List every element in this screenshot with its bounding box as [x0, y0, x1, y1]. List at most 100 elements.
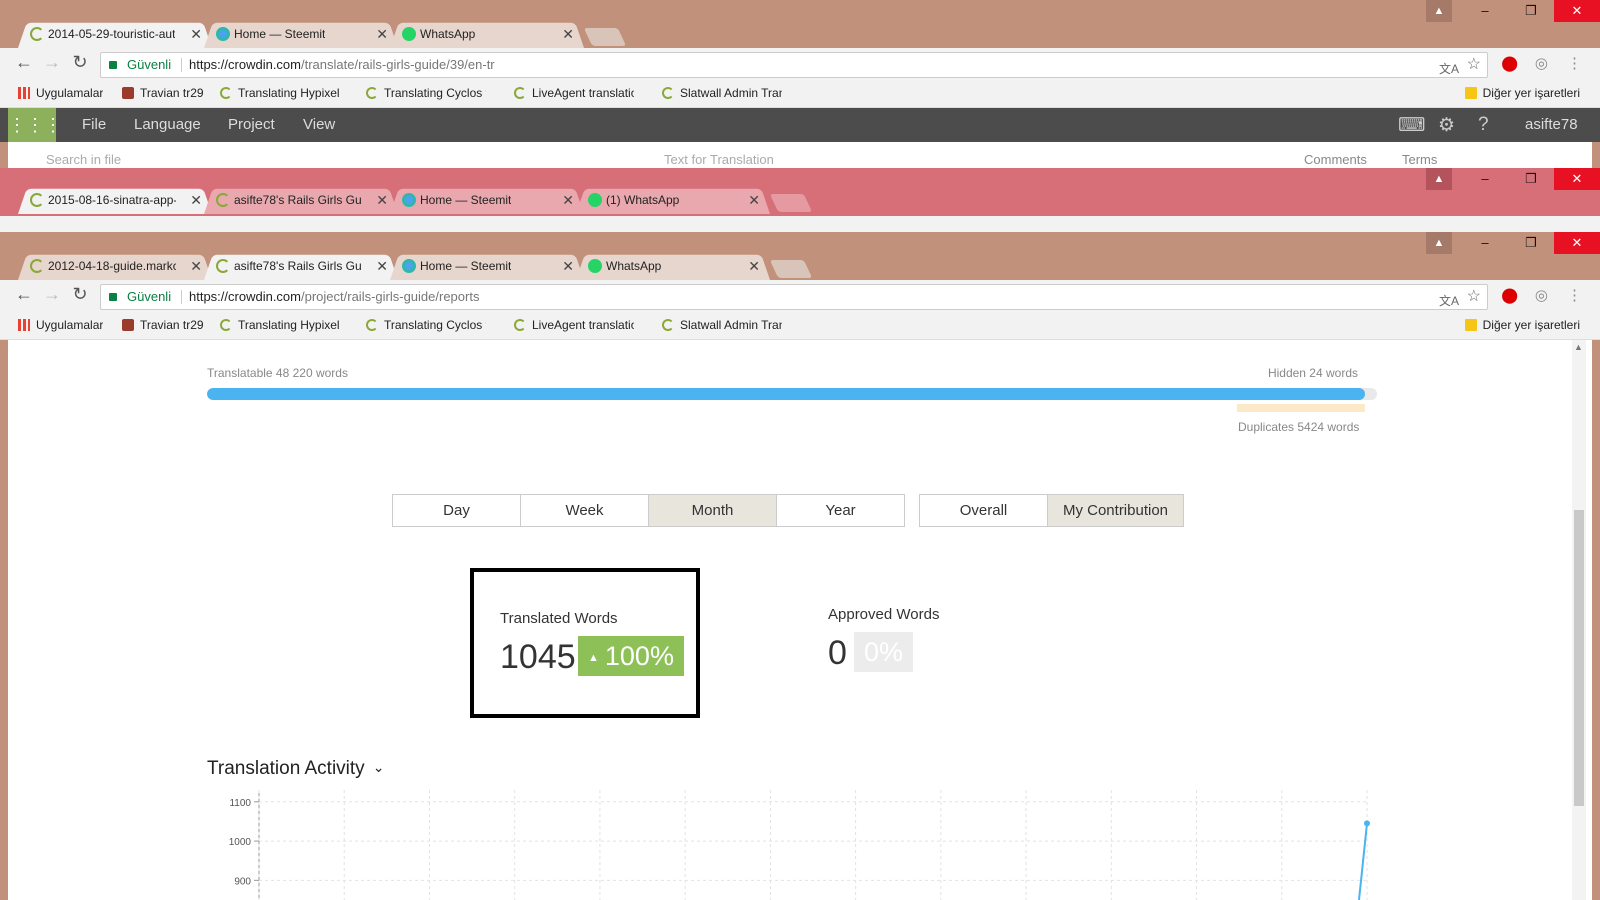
address-bar[interactable]: Güvenli https://crowdin.com/translate/ra… [100, 52, 1488, 78]
forward-icon[interactable]: → [38, 52, 66, 73]
help-icon[interactable]: ? [1478, 114, 1489, 136]
close-icon[interactable]: ✕ [562, 252, 574, 280]
tab[interactable]: Home — Steemit ✕ [390, 186, 584, 214]
tab[interactable]: 2012-04-18-guide.markc ✕ [18, 252, 212, 280]
profile-icon[interactable]: ▲ [1426, 168, 1452, 190]
bookmark[interactable]: Travian tr29 [122, 318, 204, 332]
tab[interactable]: asifte78's Rails Girls Guid ✕ [204, 252, 398, 280]
menu-view[interactable]: View [303, 116, 335, 133]
close-icon[interactable]: ✕ [376, 186, 388, 214]
menu-icon[interactable]: ⋮ [1567, 286, 1582, 304]
bookmark[interactable]: Translating Hypixel tc [220, 318, 340, 332]
menu-project[interactable]: Project [228, 116, 275, 133]
new-tab-button[interactable] [583, 28, 627, 46]
scroll-up-icon[interactable]: ▲ [1574, 342, 1583, 352]
close-window-button[interactable]: ✕ [1554, 168, 1600, 190]
tab-title: Home — Steemit [420, 193, 512, 207]
close-icon[interactable]: ✕ [376, 252, 388, 280]
tab[interactable]: WhatsApp ✕ [390, 20, 584, 48]
tab[interactable]: WhatsApp ✕ [576, 252, 770, 280]
y-tick-label: 1100 [229, 798, 251, 809]
close-icon[interactable]: ✕ [190, 20, 202, 48]
star-icon[interactable]: ☆ [1467, 285, 1481, 309]
bookmark[interactable]: Slatwall Admin Transl [662, 318, 782, 332]
profile-icon[interactable]: ▲ [1426, 0, 1452, 22]
maximize-button[interactable]: ❐ [1508, 232, 1554, 254]
profile-icon[interactable]: ▲ [1426, 232, 1452, 254]
bookmark[interactable]: LiveAgent translation [514, 318, 634, 332]
menu-icon[interactable]: ⋮ [1567, 54, 1582, 72]
crowdin-icon [514, 319, 526, 331]
tab-title: 2015-08-16-sinatra-app- [48, 193, 176, 207]
tab[interactable]: 2014-05-29-touristic-aut ✕ [18, 20, 212, 48]
tab[interactable]: asifte78's Rails Girls Guid ✕ [204, 186, 398, 214]
bookmark[interactable]: Travian tr29 [122, 86, 204, 100]
keyboard-icon[interactable]: ⌨ [1398, 114, 1425, 137]
bookmark-label: Uygulamalar [36, 318, 104, 332]
gear-icon[interactable]: ⚙ [1438, 114, 1455, 137]
close-icon[interactable]: ✕ [190, 252, 202, 280]
address-bar[interactable]: Güvenli https://crowdin.com/project/rail… [100, 284, 1488, 310]
close-window-button[interactable]: ✕ [1554, 232, 1600, 254]
new-tab-button[interactable] [769, 260, 813, 278]
translate-icon[interactable]: 文A [1439, 289, 1459, 313]
bookmark-apps[interactable]: Uygulamalar [18, 318, 103, 332]
maximize-button[interactable]: ❐ [1508, 0, 1554, 22]
close-icon[interactable]: ✕ [748, 252, 760, 280]
close-icon[interactable]: ✕ [190, 186, 202, 214]
extension-icon[interactable]: ◎ [1535, 54, 1548, 72]
new-tab-button[interactable] [769, 194, 813, 212]
bookmark[interactable]: Translating Cyclos to [366, 86, 486, 100]
period-month-button[interactable]: Month [648, 494, 777, 527]
close-icon[interactable]: ✕ [562, 186, 574, 214]
bookmark[interactable]: Translating Hypixel tc [220, 86, 340, 100]
tab[interactable]: 2015-08-16-sinatra-app- ✕ [18, 186, 212, 214]
scrollbar[interactable]: ▲ [1572, 340, 1586, 900]
menu-file[interactable]: File [82, 116, 106, 133]
close-window-button[interactable]: ✕ [1554, 0, 1600, 22]
approved-percent: 0% [864, 637, 904, 667]
forward-icon[interactable]: → [38, 284, 66, 305]
apps-grid-icon[interactable]: ⋮⋮⋮ [8, 108, 62, 142]
translation-activity-title[interactable]: Translation Activity ⌄ [207, 758, 384, 780]
tab-comments[interactable]: Comments [1304, 152, 1367, 167]
tab[interactable]: (1) WhatsApp ✕ [576, 186, 770, 214]
bookmark-apps[interactable]: Uygulamalar [18, 86, 103, 100]
period-week-button[interactable]: Week [520, 494, 649, 527]
extension-icon[interactable]: ⬤ [1501, 286, 1518, 304]
reload-icon[interactable]: ↻ [66, 284, 94, 305]
username[interactable]: asifte78 [1525, 116, 1578, 133]
bookmark[interactable]: Translating Cyclos to [366, 318, 486, 332]
back-icon[interactable]: ← [10, 52, 38, 73]
period-year-button[interactable]: Year [776, 494, 905, 527]
extension-icon[interactable]: ◎ [1535, 286, 1548, 304]
tab-title: 2012-04-18-guide.markc [48, 259, 176, 273]
tab-terms[interactable]: Terms [1402, 152, 1437, 167]
minimize-button[interactable]: – [1462, 0, 1508, 22]
scrollbar-thumb[interactable] [1574, 510, 1584, 806]
menu-language[interactable]: Language [134, 116, 201, 133]
search-file-input[interactable]: Search in file [46, 152, 121, 167]
minimize-button[interactable]: – [1462, 168, 1508, 190]
apps-icon [18, 319, 30, 331]
extension-icon[interactable]: ⬤ [1501, 54, 1518, 72]
bookmark[interactable]: LiveAgent translation [514, 86, 634, 100]
star-icon[interactable]: ☆ [1467, 53, 1481, 77]
scope-my-contribution-button[interactable]: My Contribution [1047, 494, 1184, 527]
reload-icon[interactable]: ↻ [66, 52, 94, 73]
back-icon[interactable]: ← [10, 284, 38, 305]
bookmark[interactable]: Slatwall Admin Transl [662, 86, 782, 100]
period-day-button[interactable]: Day [392, 494, 521, 527]
close-icon[interactable]: ✕ [376, 20, 388, 48]
other-bookmarks[interactable]: Diğer yer işaretleri [1464, 86, 1580, 100]
close-icon[interactable]: ✕ [562, 20, 574, 48]
maximize-button[interactable]: ❐ [1508, 168, 1554, 190]
tab[interactable]: Home — Steemit ✕ [390, 252, 584, 280]
tab[interactable]: Home — Steemit ✕ [204, 20, 398, 48]
translated-words-label: Translated Words [500, 610, 618, 627]
other-bookmarks[interactable]: Diğer yer işaretleri [1464, 318, 1580, 332]
translate-icon[interactable]: 文A [1439, 57, 1459, 81]
close-icon[interactable]: ✕ [748, 186, 760, 214]
scope-overall-button[interactable]: Overall [919, 494, 1048, 527]
minimize-button[interactable]: – [1462, 232, 1508, 254]
